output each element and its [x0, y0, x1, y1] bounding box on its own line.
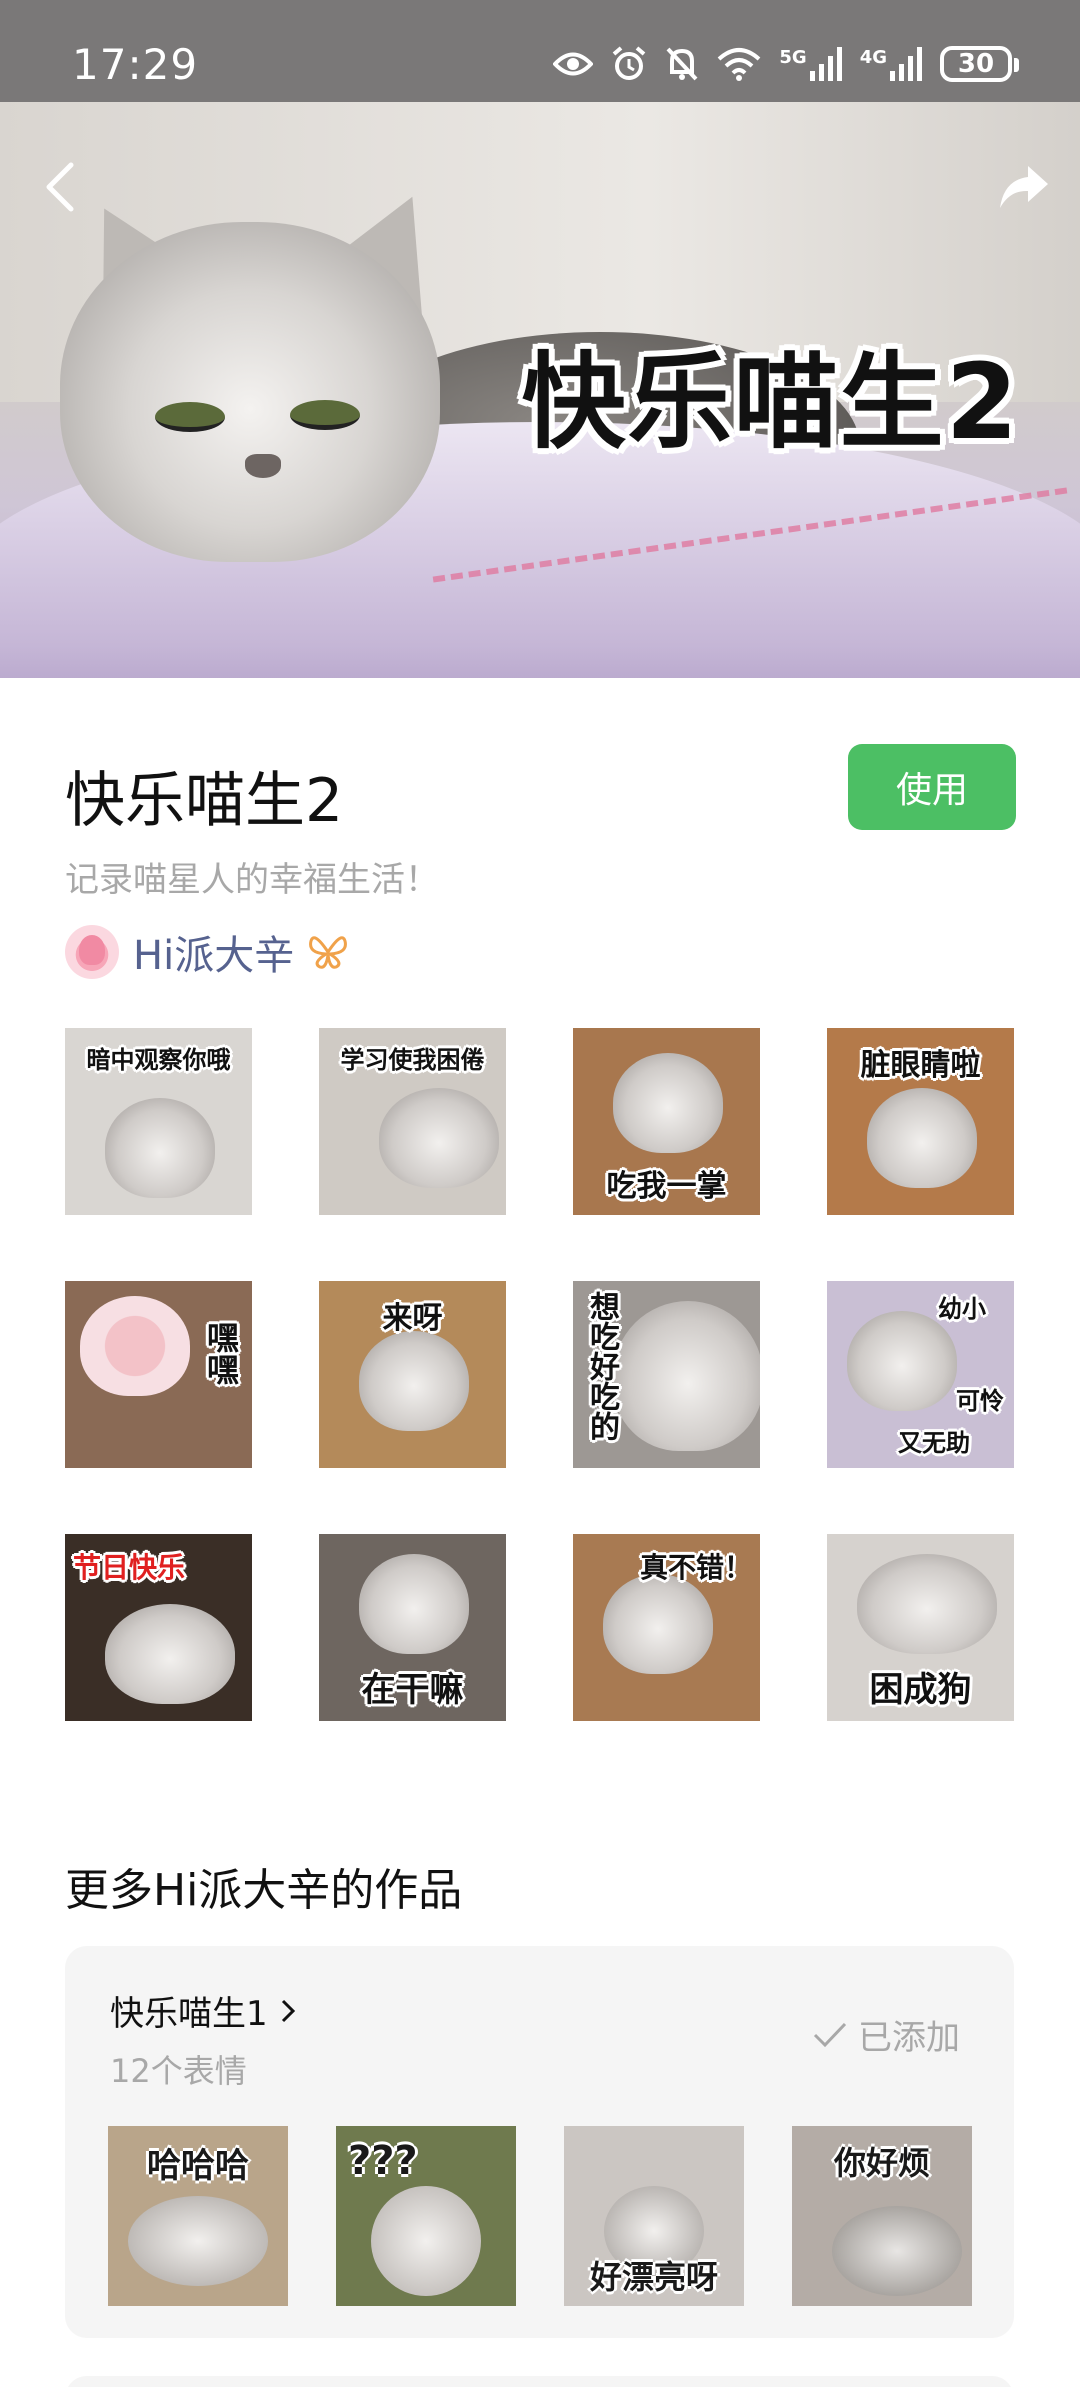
more-pack-thumbs: 哈哈哈 ??? 好漂亮呀 你好烦: [108, 2126, 972, 2306]
thumb-caption: 你好烦: [833, 2144, 930, 2182]
sticker-cat: [359, 1554, 469, 1654]
sticker-caption: 在干嘛: [361, 1670, 464, 1710]
check-icon: [813, 2022, 847, 2047]
thumb-caption: 好漂亮呀: [589, 2258, 718, 2296]
sticker-cat: [359, 1331, 469, 1431]
added-label: 已添加: [858, 2018, 960, 2058]
wifi-icon: [718, 48, 761, 81]
sticker-caption: 来呀: [382, 1301, 443, 1336]
more-thumb[interactable]: 哈哈哈: [108, 2126, 288, 2306]
sticker-caption: 学习使我困倦: [340, 1046, 485, 1074]
thumb-caption: 哈哈哈: [147, 2146, 249, 2186]
more-works-title: 更多Hi派大辛的作品: [65, 1865, 463, 1916]
sticker-caption: 脏眼睛啦: [860, 1048, 981, 1083]
sticker-item[interactable]: 脏眼睛啦: [827, 1028, 1014, 1215]
author-link[interactable]: Hi派大辛: [65, 924, 348, 980]
status-bar: 17:29 5G 4G 30: [0, 0, 1080, 102]
sticker-caption: 暗中观察你哦: [86, 1046, 231, 1074]
sticker-cat: [832, 2206, 962, 2296]
sticker-item[interactable]: 来呀: [319, 1281, 506, 1468]
chevron-left-icon: [46, 162, 74, 212]
more-pack-card[interactable]: 快乐喵生1 12个表情 已添加 哈哈哈 ??? 好漂亮呀 你好烦: [65, 1946, 1014, 2338]
sticker-grid: 暗中观察你哦 学习使我困倦 吃我一掌 脏眼睛啦 嘿嘿 来呀 想吃好吃的 幼小 可…: [65, 1028, 1014, 1721]
sticker-cat: [613, 1053, 723, 1153]
banner-cat-head: [60, 222, 440, 562]
sticker-item[interactable]: 暗中观察你哦: [65, 1028, 252, 1215]
added-status: 已添加: [812, 2010, 960, 2059]
sticker-caption-1: 幼小: [938, 1295, 986, 1323]
more-thumb[interactable]: ???: [336, 2126, 516, 2306]
use-button[interactable]: 使用: [848, 744, 1016, 830]
sticker-caption: 节日快乐: [73, 1551, 186, 1584]
sticker-cat: [867, 1088, 977, 1188]
sticker-cat: [847, 1311, 957, 1411]
pack-banner: 快乐喵生2: [0, 102, 1080, 678]
sticker-caption: 嘿嘿: [202, 1321, 240, 1385]
banner-cat-eye-right: [290, 400, 360, 430]
sticker-caption-3: 又无助: [898, 1429, 970, 1457]
sticker-cat: [80, 1296, 190, 1396]
sticker-cat: [105, 1604, 235, 1704]
banner-cat-eye-left: [155, 402, 225, 432]
sticker-item[interactable]: 嘿嘿: [65, 1281, 252, 1468]
sticker-item[interactable]: 吃我一掌: [573, 1028, 760, 1215]
sticker-item[interactable]: 想吃好吃的: [573, 1281, 760, 1468]
avatar: [65, 925, 119, 979]
more-thumb[interactable]: 你好烦: [792, 2126, 972, 2306]
sticker-cat: [613, 1301, 760, 1451]
more-pack-name-label: 快乐喵生1: [110, 1994, 268, 2034]
sticker-caption: 吃我一掌: [606, 1169, 727, 1204]
sticker-item[interactable]: 在干嘛: [319, 1534, 506, 1721]
share-button[interactable]: [984, 147, 1064, 227]
battery-icon: 30: [940, 46, 1019, 82]
pack-title: 快乐喵生2: [65, 766, 344, 836]
more-pack-name[interactable]: 快乐喵生1: [110, 1986, 296, 2035]
eye-icon: [553, 52, 594, 76]
sticker-cat: [603, 1574, 713, 1674]
sticker-cat: [379, 1088, 499, 1188]
chevron-right-icon: [281, 1999, 295, 2022]
more-thumb[interactable]: 好漂亮呀: [564, 2126, 744, 2306]
sticker-cat: [371, 2186, 481, 2296]
sticker-cat: [105, 1098, 215, 1198]
pack-description: 记录喵星人的幸福生活！: [65, 860, 439, 900]
status-icons: 5G 4G 30: [553, 44, 1019, 84]
alarm-icon: [613, 46, 646, 80]
more-pack-count: 12个表情: [110, 2052, 247, 2090]
sticker-caption: 真不错！: [639, 1551, 752, 1584]
sticker-cat: [857, 1554, 997, 1654]
status-time: 17:29: [72, 40, 199, 89]
share-arrow-icon: [1000, 166, 1048, 208]
sticker-item[interactable]: 幼小 可怜 又无助: [827, 1281, 1014, 1468]
back-button[interactable]: [20, 147, 100, 227]
sticker-caption: 想吃好吃的: [584, 1291, 619, 1441]
next-pack-card[interactable]: [65, 2376, 1014, 2387]
sticker-cat: [128, 2196, 268, 2286]
sticker-caption-2: 可怜: [956, 1387, 1004, 1415]
banner-title: 快乐喵生2: [521, 341, 1020, 463]
sticker-item[interactable]: 困成狗: [827, 1534, 1014, 1721]
sticker-item[interactable]: 真不错！: [573, 1534, 760, 1721]
mute-icon: [666, 47, 698, 81]
thumb-caption: ???: [348, 2138, 418, 2184]
banner-cat-nose: [245, 454, 281, 478]
sticker-item[interactable]: 学习使我困倦: [319, 1028, 506, 1215]
sticker-item[interactable]: 节日快乐: [65, 1534, 252, 1721]
butterfly-badge-icon: [309, 936, 348, 969]
signal-5g-icon: 5G: [779, 47, 842, 81]
signal-4g-icon: 4G: [860, 47, 922, 81]
sticker-caption: 困成狗: [869, 1670, 972, 1710]
author-name: Hi派大辛: [133, 933, 295, 979]
